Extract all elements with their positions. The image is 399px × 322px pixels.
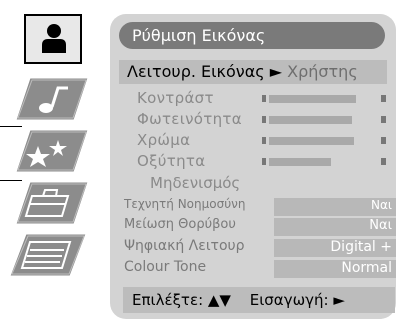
option-label: Μείωση Θορύβου	[124, 217, 236, 232]
color-slider-row[interactable]: Χρώμα	[137, 131, 389, 151]
slider-fill	[269, 137, 354, 145]
option-label: Colour Tone	[124, 259, 207, 275]
reset-button[interactable]: Μηδενισμός	[150, 174, 240, 192]
picture-mode-row[interactable]: Λειτουρ. Εικόνας ► Χρήστης	[119, 60, 387, 84]
option-label: Ψηφιακή Λειτουρ	[124, 238, 245, 254]
picture-mode-label: Λειτουρ. Εικόνας	[127, 62, 265, 81]
slider-min-marker	[262, 116, 266, 123]
menu-title: Ρύθμιση Εικόνας	[119, 22, 385, 49]
music-note-icon	[16, 77, 88, 121]
slider-fill	[269, 116, 352, 124]
select-hint: Επιλέξτε: ▲▼	[132, 291, 231, 309]
slider-label: Χρώμα	[137, 131, 191, 149]
stars-icon	[16, 129, 88, 173]
user-icon-button[interactable]	[24, 14, 82, 64]
slider-max-marker	[381, 116, 386, 123]
user-icon	[42, 24, 66, 53]
slider-max-marker	[381, 95, 386, 102]
option-value: Normal	[274, 260, 396, 278]
sharpness-slider-row[interactable]: Οξύτητα	[137, 152, 389, 172]
slider-min-marker	[262, 95, 266, 102]
option-row-digital-mode[interactable]: Ψηφιακή Λειτουρ Digital +	[124, 238, 396, 258]
picture-mode-value: Χρήστης	[287, 62, 358, 81]
help-footer: Επιλέξτε: ▲▼ Εισαγωγή: ►	[123, 287, 395, 313]
slider-fill	[269, 158, 331, 166]
arrow-right-icon: ►	[269, 62, 283, 81]
document-lines-icon	[10, 233, 86, 277]
slider-min-marker	[262, 158, 266, 165]
option-row-noise-reduction[interactable]: Μείωση Θορύβου Ναι	[124, 217, 396, 237]
teletext-tile[interactable]	[10, 232, 86, 278]
slider-fill	[269, 95, 356, 103]
sound-tile[interactable]	[16, 76, 88, 122]
enter-hint: Εισαγωγή: ►	[249, 291, 345, 309]
leader-line	[0, 126, 22, 127]
slider-min-marker	[262, 137, 266, 144]
slider-label: Κοντράστ	[137, 89, 214, 107]
slider-label: Φωτεινότητα	[137, 110, 242, 128]
option-value: Digital +	[274, 239, 396, 257]
slider-label: Οξύτητα	[137, 152, 206, 170]
option-row-ai[interactable]: Τεχνητή Νοημοσύνη Ναι	[124, 197, 396, 217]
brightness-slider-row[interactable]: Φωτεινότητα	[137, 110, 389, 130]
option-row-colour-tone[interactable]: Colour Tone Normal	[124, 259, 396, 279]
category-column	[0, 0, 110, 322]
option-value: Ναι	[274, 198, 396, 216]
briefcase-icon	[16, 181, 88, 225]
option-label: Τεχνητή Νοημοσύνη	[124, 197, 246, 211]
setup-tile[interactable]	[16, 180, 88, 226]
slider-max-marker	[381, 158, 386, 165]
option-value: Ναι	[274, 218, 396, 236]
contrast-slider-row[interactable]: Κοντράστ	[137, 89, 389, 109]
tv-menu-screen: Ρύθμιση Εικόνας Λειτουρ. Εικόνας ► Χρήστ…	[0, 0, 399, 322]
slider-max-marker	[381, 137, 386, 144]
features-tile[interactable]	[16, 128, 88, 174]
